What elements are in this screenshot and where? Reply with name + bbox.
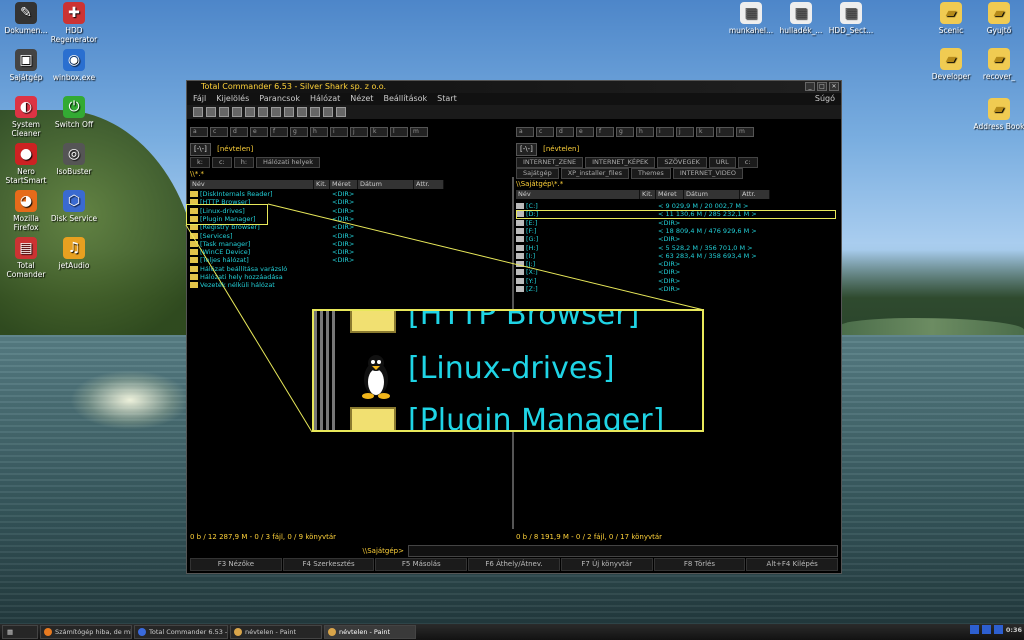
fkey-button[interactable]: F3 Nézőke (190, 558, 282, 571)
zoom-row-linux: [Linux-drives] (408, 351, 615, 386)
taskbar: ▦ Számítógép hiba, de mi a pr... Total C… (0, 624, 1024, 640)
system-tray: 0:36 (969, 625, 1022, 634)
fkey-button[interactable]: F6 Áthely/Átnev. (468, 558, 560, 571)
command-line: \\Sajátgép> (190, 545, 838, 557)
fkey-button[interactable]: F4 Szerkesztés (282, 558, 375, 571)
function-key-bar: F3 Nézőke F4 Szerkesztés F5 Másolás F6 Áthe… (190, 558, 839, 571)
start-button[interactable]: ▦ (2, 625, 38, 639)
monitor-icon[interactable] (993, 625, 1003, 634)
taskbar-item-firefox[interactable]: Számítógép hiba, de mi a pr... (40, 625, 132, 639)
command-prompt: \\Sajátgép> (362, 547, 405, 555)
network-icon[interactable] (969, 625, 979, 634)
taskbar-item-total-commander[interactable]: Total Commander 6.53 - Sil... (134, 625, 228, 639)
folder-icon (350, 311, 396, 333)
clock: 0:36 (1005, 625, 1022, 634)
fkey-button[interactable]: Alt+F4 Kilépés (746, 558, 839, 571)
fkey-button[interactable]: F8 Törlés (653, 558, 746, 571)
taskbar-item-paint-1[interactable]: névtelen - Paint (230, 625, 322, 639)
left-status: 0 b / 12 287,9 M - 0 / 3 fájl, 0 / 9 kön… (190, 533, 337, 541)
folder-icon (350, 407, 396, 430)
fkey-button[interactable]: F5 Másolás (375, 558, 468, 571)
command-input[interactable] (408, 545, 838, 557)
volume-icon[interactable] (981, 625, 991, 634)
zoom-scroll-edge (314, 311, 336, 430)
taskbar-item-paint-2[interactable]: névtelen - Paint (324, 625, 416, 639)
zoom-row-http: [HTTP Browser] (408, 309, 640, 332)
zoom-row-plugin: [Plugin Manager] (408, 403, 665, 432)
tux-icon (362, 355, 390, 399)
right-status: 0 b / 8 191,9 M - 0 / 2 fájl, 0 / 17 kön… (516, 533, 663, 541)
zoom-inset: [HTTP Browser] [Linux-drives] [Plugin Ma… (312, 309, 704, 432)
fkey-button[interactable]: F7 Új könyvtár (560, 558, 653, 571)
